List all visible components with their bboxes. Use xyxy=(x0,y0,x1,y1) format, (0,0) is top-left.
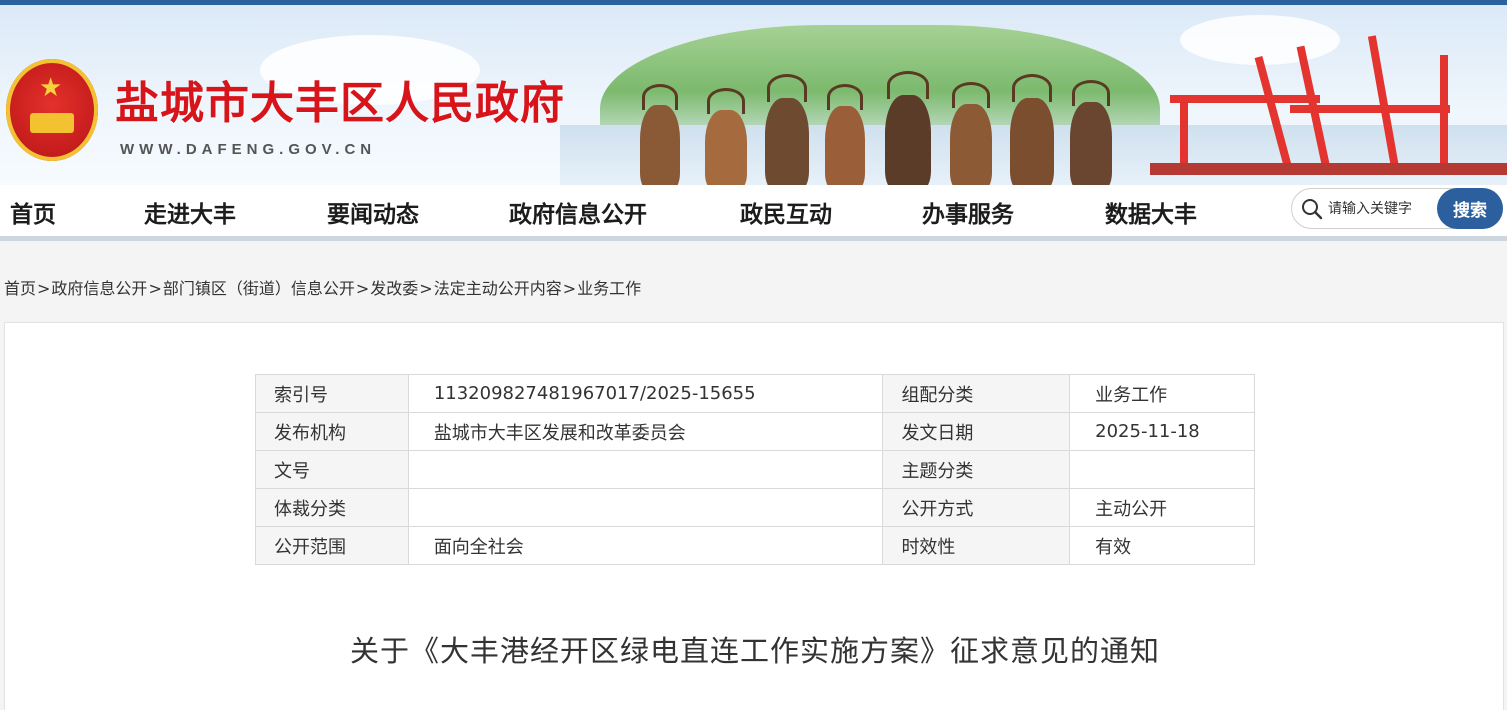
breadcrumb-separator: > xyxy=(419,279,433,298)
breadcrumb-business[interactable]: 业务工作 xyxy=(577,279,641,298)
breadcrumb-gov-info[interactable]: 政府信息公开 xyxy=(51,279,147,298)
meta-value-publisher: 盐城市大丰区发展和改革委员会 xyxy=(407,412,884,451)
meta-value-disclosure-method: 主动公开 xyxy=(1069,488,1255,527)
meta-label-validity: 时效性 xyxy=(882,526,1071,565)
document-title: 关于《大丰港经开区绿电直连工作实施方案》征求意见的通知 xyxy=(349,634,1160,668)
meta-value-index: 113209827481967017/2025-15655 xyxy=(407,374,884,413)
table-row: 体裁分类 公开方式 主动公开 xyxy=(255,488,1255,527)
breadcrumb-statutory[interactable]: 法定主动公开内容 xyxy=(434,279,562,298)
breadcrumb-separator: > xyxy=(148,279,162,298)
meta-label-date: 发文日期 xyxy=(882,412,1071,451)
meta-label-scope: 公开范围 xyxy=(255,526,409,565)
port-cranes-image xyxy=(1150,35,1507,185)
meta-label-publisher: 发布机构 xyxy=(255,412,409,451)
nav-item-about[interactable]: 走进大丰 xyxy=(144,195,236,229)
nav-item-gov-info[interactable]: 政府信息公开 xyxy=(509,195,647,229)
meta-label-topic: 主题分类 xyxy=(882,450,1071,489)
breadcrumb-separator: > xyxy=(37,279,51,298)
breadcrumb-separator: > xyxy=(562,279,577,298)
meta-value-validity: 有效 xyxy=(1069,526,1255,565)
content-panel: 索引号 113209827481967017/2025-15655 组配分类 业… xyxy=(4,322,1504,710)
nav-item-data[interactable]: 数据大丰 xyxy=(1105,195,1197,229)
meta-label-genre: 体裁分类 xyxy=(255,488,409,527)
site-title: 盐城市大丰区人民政府 xyxy=(115,78,565,129)
meta-label-doc-number: 文号 xyxy=(255,450,409,489)
breadcrumb-separator: > xyxy=(355,279,370,298)
nav-item-home[interactable]: 首页 xyxy=(10,195,56,229)
search-icon xyxy=(1302,199,1323,220)
site-banner: ★ 盐城市大丰区人民政府 WWW.DAFENG.GOV.CN xyxy=(0,0,1507,185)
search-input[interactable] xyxy=(1328,197,1436,221)
breadcrumb-fagaiwei[interactable]: 发改委 xyxy=(370,279,418,298)
main-nav: 首页 走进大丰 要闻动态 政府信息公开 政民互动 办事服务 数据大丰 搜索 xyxy=(0,185,1507,241)
table-row: 发布机构 盐城市大丰区发展和改革委员会 发文日期 2025-11-18 xyxy=(255,412,1255,451)
table-row: 索引号 113209827481967017/2025-15655 组配分类 业… xyxy=(255,374,1255,413)
deer-herd-image xyxy=(600,55,1160,185)
meta-label-index: 索引号 xyxy=(255,374,409,413)
search-button[interactable]: 搜索 xyxy=(1437,188,1503,229)
meta-value-scope: 面向全社会 xyxy=(407,526,884,565)
site-url: WWW.DAFENG.GOV.CN xyxy=(120,141,377,158)
search-box: 搜索 xyxy=(1291,188,1503,229)
national-emblem-icon: ★ xyxy=(6,59,98,161)
meta-value-doc-number xyxy=(407,450,884,489)
document-meta-table: 索引号 113209827481967017/2025-15655 组配分类 业… xyxy=(255,374,1255,565)
nav-item-news[interactable]: 要闻动态 xyxy=(327,195,419,229)
nav-item-interaction[interactable]: 政民互动 xyxy=(740,195,832,229)
table-row: 公开范围 面向全社会 时效性 有效 xyxy=(255,526,1255,565)
meta-label-disclosure-method: 公开方式 xyxy=(882,488,1071,527)
breadcrumb: 首页>政府信息公开>部门镇区（街道）信息公开>发改委>法定主动公开内容>业务工作 xyxy=(4,275,641,299)
meta-value-genre xyxy=(407,488,884,527)
meta-value-date: 2025-11-18 xyxy=(1069,412,1255,451)
meta-label-category: 组配分类 xyxy=(882,374,1071,413)
table-row: 文号 主题分类 xyxy=(255,450,1255,489)
meta-value-topic xyxy=(1069,450,1255,489)
meta-value-category: 业务工作 xyxy=(1069,374,1255,413)
breadcrumb-home[interactable]: 首页 xyxy=(4,279,36,298)
breadcrumb-departments[interactable]: 部门镇区（街道）信息公开 xyxy=(163,279,355,298)
nav-item-services[interactable]: 办事服务 xyxy=(922,195,1014,229)
